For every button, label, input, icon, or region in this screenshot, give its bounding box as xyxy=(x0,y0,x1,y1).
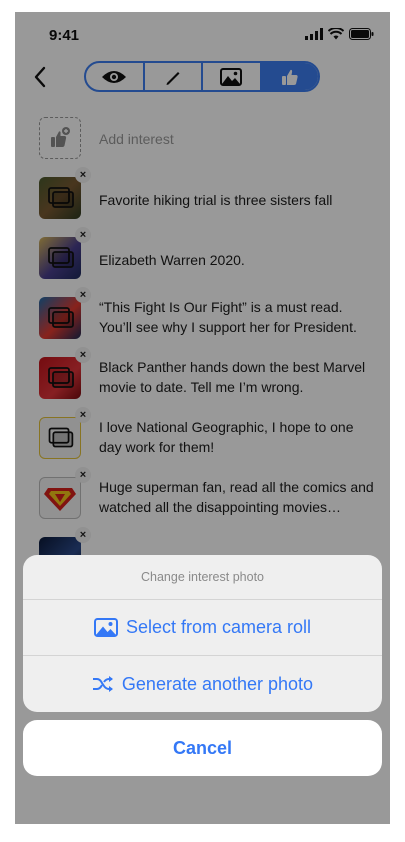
generate-another-photo-label: Generate another photo xyxy=(121,673,314,694)
shuffle-icon xyxy=(92,676,113,692)
generate-another-photo-button[interactable]: Generate another photo xyxy=(23,656,382,712)
phone-screen: 9:41 Add interest × Favorite hiking tria… xyxy=(15,12,390,824)
select-from-camera-roll-label: Select from camera roll xyxy=(125,617,312,637)
image-icon xyxy=(93,618,118,637)
select-from-camera-roll-button[interactable]: Select from camera roll xyxy=(23,600,382,656)
action-sheet: Change interest photo Select from camera… xyxy=(23,555,382,712)
action-sheet-title: Change interest photo xyxy=(23,555,382,600)
cancel-button[interactable]: Cancel xyxy=(23,720,382,776)
